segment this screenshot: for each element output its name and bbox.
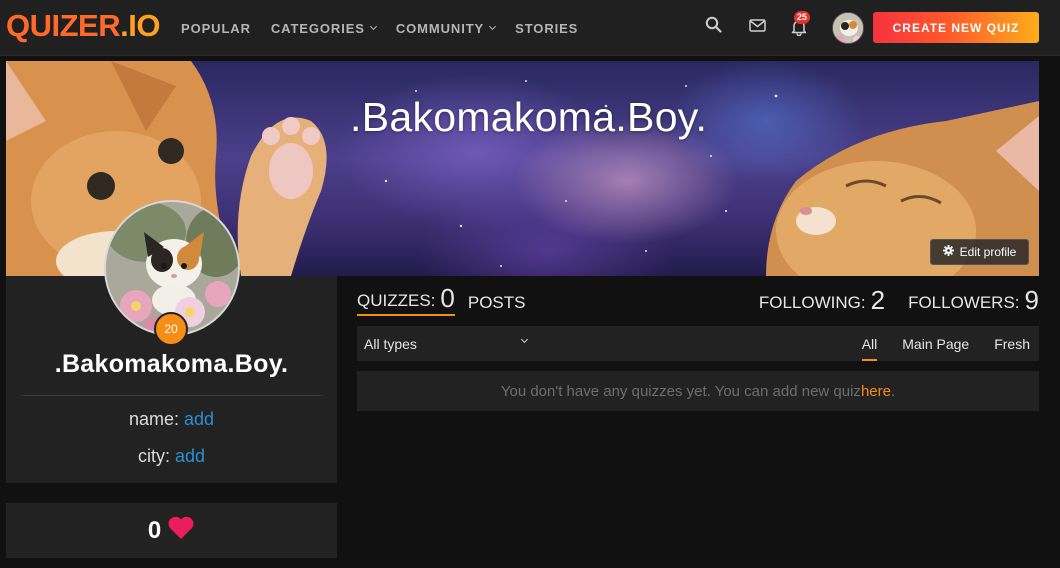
logo-text-quizer: QUIZER: [6, 8, 121, 43]
tab-quizzes[interactable]: QUIZZES: 0: [357, 285, 455, 316]
city-info-row: city: add: [6, 446, 337, 467]
name-info-row: name: add: [6, 409, 337, 430]
quiz-type-select[interactable]: All types: [364, 326, 530, 361]
add-quiz-here-link[interactable]: here: [861, 383, 891, 400]
empty-message-text: You don't have any quizzes yet. You can …: [500, 382, 861, 400]
likes-count: 0: [147, 516, 162, 544]
following-stat[interactable]: FOLLOWING: 2: [759, 287, 885, 316]
followers-label: FOLLOWERS:: [908, 293, 1020, 312]
create-new-quiz-button[interactable]: CREATE NEW QUIZ: [873, 12, 1039, 43]
filter-tabs: All Main Page Fresh: [846, 326, 1039, 361]
tab-posts-label: POSTS: [467, 293, 526, 312]
level-badge: 20: [154, 312, 188, 346]
main-nav: POPULAR CATEGORIES COMMUNITY STORIES: [181, 0, 598, 56]
empty-message-period: .: [890, 382, 896, 400]
tab-posts[interactable]: POSTS: [468, 293, 526, 316]
empty-quizzes-message: You don't have any quizzes yet. You can …: [357, 371, 1039, 411]
nav-community[interactable]: COMMUNITY: [395, 20, 497, 36]
add-name-link[interactable]: add: [184, 409, 214, 429]
chevron-down-icon: [489, 22, 497, 31]
nav-stories-label: STORIES: [515, 20, 579, 36]
nav-categories-label: CATEGORIES: [270, 20, 365, 36]
search-icon[interactable]: [705, 16, 722, 38]
banner-title: .Bakomakoma.Boy.: [350, 94, 708, 140]
nav-categories[interactable]: CATEGORIES: [270, 20, 377, 36]
nav-community-label: COMMUNITY: [395, 20, 485, 36]
followers-count: 9: [1024, 285, 1039, 315]
logo-text-io: .IO: [120, 8, 160, 43]
top-navbar: QUIZER.IO POPULAR CATEGORIES COMMUNITY S…: [0, 0, 1060, 56]
user-avatar[interactable]: [832, 12, 864, 44]
notification-count-badge: 25: [794, 11, 811, 24]
city-label: city:: [137, 446, 170, 466]
profile-tabs: QUIZZES: 0 POSTS: [357, 284, 539, 316]
nav-popular[interactable]: POPULAR: [181, 21, 251, 36]
nav-stories[interactable]: STORIES: [515, 21, 578, 36]
tab-quizzes-label: QUIZZES:: [357, 291, 436, 310]
filter-tab-fresh[interactable]: Fresh: [978, 326, 1039, 361]
filter-tab-all[interactable]: All: [846, 326, 887, 361]
mail-icon[interactable]: [749, 19, 766, 37]
divider: [22, 395, 322, 396]
likes-card: 0: [6, 503, 337, 558]
profile-name: .Bakomakoma.Boy.: [54, 350, 289, 378]
chevron-down-icon: [520, 335, 529, 344]
gear-icon: [942, 245, 954, 259]
followers-stat[interactable]: FOLLOWERS: 9: [908, 287, 1039, 316]
add-city-link[interactable]: add: [175, 446, 205, 466]
following-label: FOLLOWING:: [758, 293, 866, 312]
quizer-logo[interactable]: QUIZER.IO: [6, 8, 160, 44]
heart-icon: [167, 516, 195, 545]
quiz-type-selected: All types: [364, 335, 417, 352]
following-count: 2: [870, 285, 886, 315]
nav-popular-label: POPULAR: [181, 20, 251, 36]
edit-profile-label: Edit profile: [959, 245, 1017, 259]
name-label: name:: [128, 409, 179, 429]
edit-profile-button[interactable]: Edit profile: [930, 239, 1029, 265]
follow-stats: FOLLOWING: 2 FOLLOWERS: 9: [736, 284, 1039, 316]
chevron-down-icon: [369, 22, 377, 31]
quizzes-count: 0: [440, 283, 455, 313]
filter-tab-main-page[interactable]: Main Page: [886, 326, 978, 361]
quiz-filter-bar: All types All Main Page Fresh: [357, 326, 1039, 361]
